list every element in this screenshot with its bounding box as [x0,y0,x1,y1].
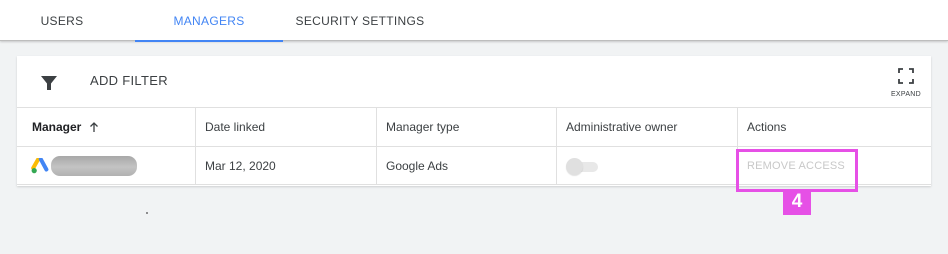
column-header-label: Actions [747,120,787,134]
filter-icon[interactable] [40,74,58,92]
expand-button[interactable]: EXPAND [889,68,923,102]
column-header-label: Manager [32,120,82,134]
manager-type-value: Google Ads [386,158,449,173]
column-header-manager[interactable]: Manager [17,108,196,146]
administrative-owner-cell [557,147,738,184]
date-linked-cell: Mar 12, 2020 [196,147,377,184]
column-header-administrative-owner[interactable]: Administrative owner [557,108,738,146]
administrative-owner-toggle[interactable] [566,157,600,175]
background-dot [146,212,148,214]
column-header-manager-type[interactable]: Manager type [377,108,557,146]
tab-users[interactable]: USERS [0,0,124,41]
step-highlight-box [736,149,858,192]
manager-cell [17,147,196,184]
google-ads-icon [31,157,49,173]
column-header-label: Administrative owner [566,120,678,134]
column-header-label: Date linked [205,120,266,134]
redacted-manager-name [51,155,137,176]
manager-type-cell: Google Ads [377,147,557,184]
table-header: Manager Date linked Manager type Adminis… [17,108,931,147]
expand-label: EXPAND [890,91,922,98]
date-linked-value: Mar 12, 2020 [205,158,276,173]
sort-ascending-icon[interactable] [89,121,99,133]
step-number-badge: 4 [783,189,811,215]
tab-managers[interactable]: MANAGERS [135,0,283,42]
column-header-date-linked[interactable]: Date linked [196,108,377,146]
tab-bar: USERS MANAGERS SECURITY SETTINGS [0,0,948,42]
toggle-knob [566,157,583,175]
column-header-label: Manager type [386,120,460,134]
fullscreen-icon [898,68,914,84]
filter-bar: ADD FILTER EXPAND [17,56,931,108]
tab-security-settings[interactable]: SECURITY SETTINGS [290,0,430,41]
column-header-actions: Actions [738,108,931,146]
add-filter-button[interactable]: ADD FILTER [90,73,168,88]
